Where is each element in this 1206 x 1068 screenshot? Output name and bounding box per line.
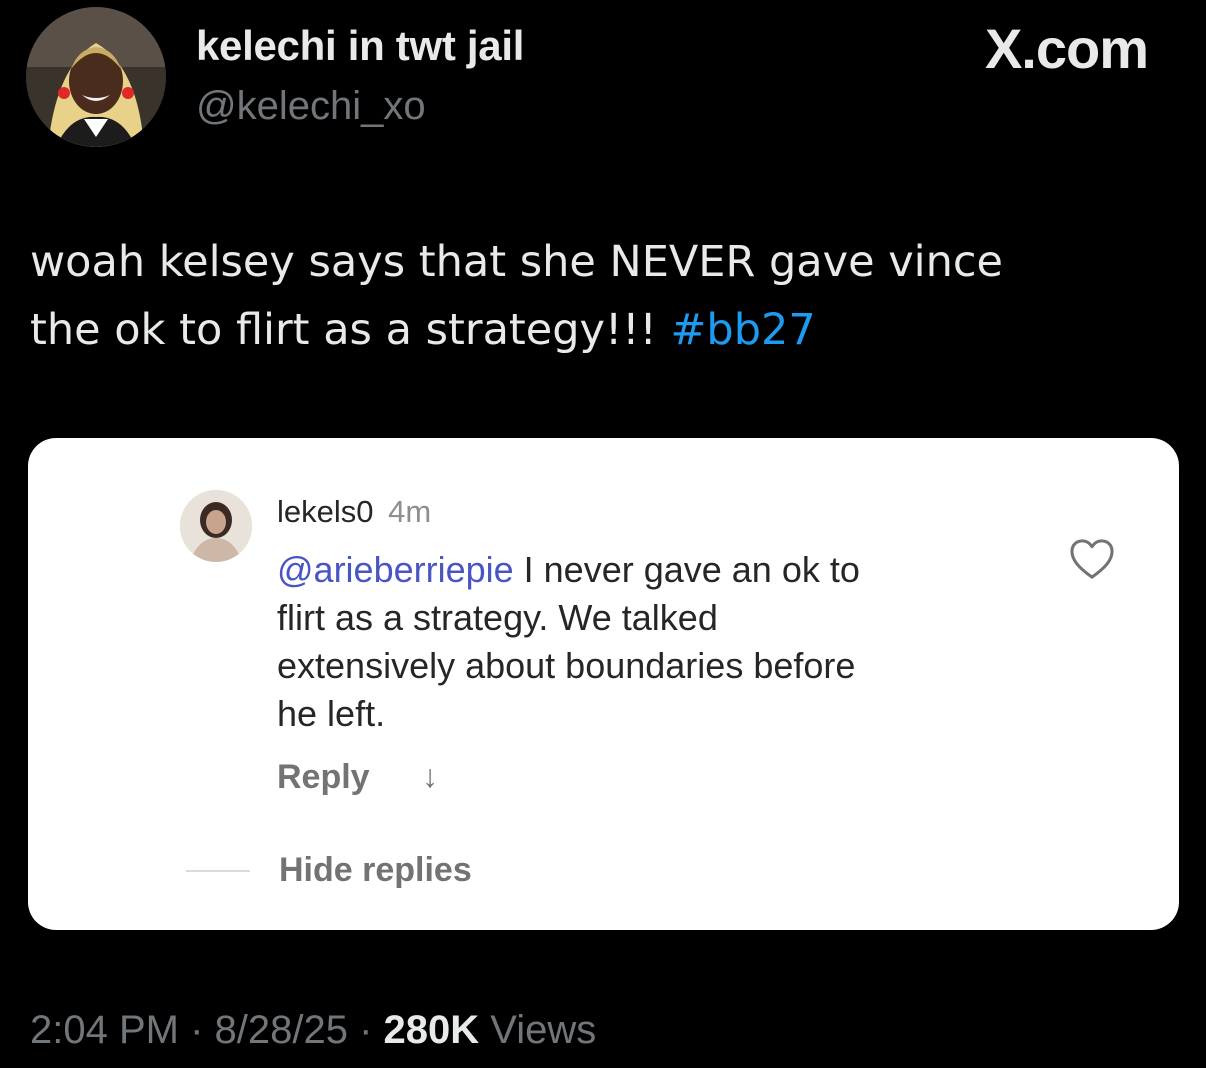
comment-body: @arieberriepie I never gave an ok to fli… bbox=[277, 546, 997, 738]
tweet-text: woah kelsey says that she NEVER gave vin… bbox=[30, 228, 1180, 364]
tweet-footer: 2:04 PM · 8/28/25 · 280K Views bbox=[30, 1008, 596, 1053]
comment-line-1-rest: I never gave an ok to bbox=[513, 549, 860, 590]
separator-dot-1: · bbox=[178, 1008, 215, 1052]
separator-dot-2: · bbox=[347, 1008, 384, 1052]
views-count: 280K bbox=[383, 1008, 480, 1052]
tweet-screenshot: kelechi in twt jail @kelechi_xo X.com wo… bbox=[0, 0, 1206, 1068]
comment-line-3: extensively about boundaries before bbox=[277, 645, 856, 686]
tweet-time[interactable]: 2:04 PM bbox=[30, 1008, 179, 1052]
author-avatar[interactable] bbox=[26, 7, 166, 147]
x-com-label: X.com bbox=[984, 17, 1149, 80]
reply-label: Reply bbox=[277, 758, 370, 796]
embedded-comment-screenshot[interactable]: lekels0 4m @arieberriepie I never gave a… bbox=[28, 438, 1179, 930]
tweet-date[interactable]: 8/28/25 bbox=[215, 1008, 348, 1052]
comment-line-2: flirt as a strategy. We talked bbox=[277, 597, 718, 638]
commenter-photo-icon bbox=[180, 490, 252, 562]
profile-photo-icon bbox=[26, 7, 166, 147]
author-display-name[interactable]: kelechi in twt jail bbox=[196, 22, 524, 70]
tweet-text-line-2-body: the ok to flirt as a strategy!!! bbox=[30, 305, 671, 355]
arrow-down-icon: ↓ bbox=[422, 758, 438, 794]
hashtag-link[interactable]: #bb27 bbox=[670, 305, 815, 355]
commenter-username: lekels0 bbox=[277, 494, 374, 529]
comment-mention: @arieberriepie bbox=[277, 549, 514, 590]
hide-replies-divider bbox=[186, 870, 250, 872]
heart-outline-icon bbox=[1069, 538, 1115, 580]
comment-time: 4m bbox=[388, 494, 432, 529]
comment-line-4: he left. bbox=[277, 693, 386, 734]
author-handle[interactable]: @kelechi_xo bbox=[196, 84, 426, 129]
views-label: Views bbox=[479, 1008, 597, 1052]
comment-meta: lekels0 4m bbox=[277, 494, 431, 530]
comment-line-1: @arieberriepie I never gave an ok to bbox=[277, 546, 997, 594]
hide-replies-label: Hide replies bbox=[279, 851, 472, 889]
commenter-avatar bbox=[180, 490, 252, 562]
tweet-text-line-2: the ok to flirt as a strategy!!! #bb27 bbox=[30, 296, 1180, 364]
tweet-text-line-1: woah kelsey says that she NEVER gave vin… bbox=[30, 237, 1003, 287]
